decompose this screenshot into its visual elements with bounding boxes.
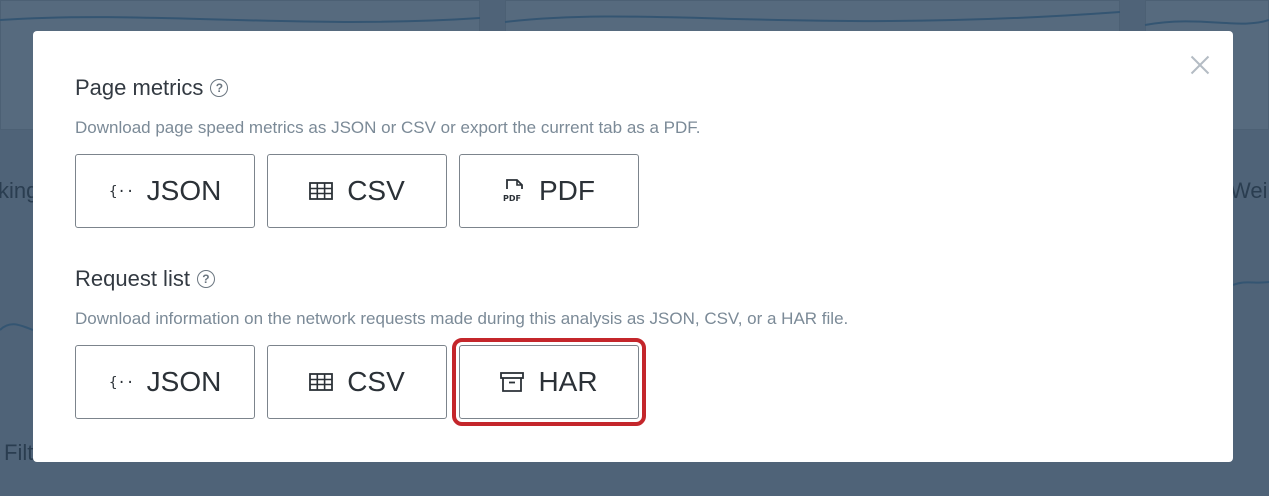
button-label: JSON [146, 175, 222, 206]
page-metrics-description: Download page speed metrics as JSON or C… [75, 118, 701, 137]
button-label: HAR [538, 366, 598, 397]
close-icon[interactable] [1189, 53, 1211, 75]
export-modal: Page metrics ? Download page speed metri… [33, 31, 1233, 462]
page-metrics-section: Page metrics ? Download page speed metri… [75, 75, 701, 228]
button-label: PDF [539, 175, 595, 206]
page-metrics-title: Page metrics ? [75, 75, 701, 101]
json-braces-icon: {··} [109, 372, 133, 392]
request-list-json-button[interactable]: {··} JSON [75, 345, 255, 419]
pdf-file-icon: PDF [503, 178, 525, 204]
button-label: JSON [146, 366, 222, 397]
page-metrics-json-button[interactable]: {··} JSON [75, 154, 255, 228]
help-icon[interactable]: ? [196, 270, 215, 288]
request-list-buttons: {··} JSON CSV HAR [75, 338, 848, 426]
request-list-section: Request list ? Download information on t… [75, 266, 849, 426]
page-metrics-csv-button[interactable]: CSV [267, 154, 447, 228]
page-metrics-pdf-button[interactable]: PDF PDF [459, 154, 639, 228]
svg-text:{··}: {··} [109, 375, 133, 391]
button-label: CSV [347, 175, 405, 206]
request-list-title: Request list ? [75, 266, 848, 292]
request-list-title-text: Request list [75, 266, 190, 291]
svg-text:{··}: {··} [109, 184, 133, 200]
archive-box-icon [500, 371, 525, 393]
page-metrics-title-text: Page metrics [75, 75, 204, 100]
request-list-har-button[interactable]: HAR [452, 338, 646, 426]
request-list-description: Download information on the network requ… [75, 309, 849, 328]
help-icon[interactable]: ? [210, 79, 229, 97]
json-braces-icon: {··} [109, 181, 133, 201]
table-grid-icon [309, 182, 334, 200]
table-grid-icon [309, 373, 334, 391]
request-list-csv-button[interactable]: CSV [267, 345, 447, 419]
svg-text:PDF: PDF [503, 194, 521, 203]
button-label: CSV [347, 366, 405, 397]
page-metrics-buttons: {··} JSON CSV PDF PDF [75, 154, 701, 228]
